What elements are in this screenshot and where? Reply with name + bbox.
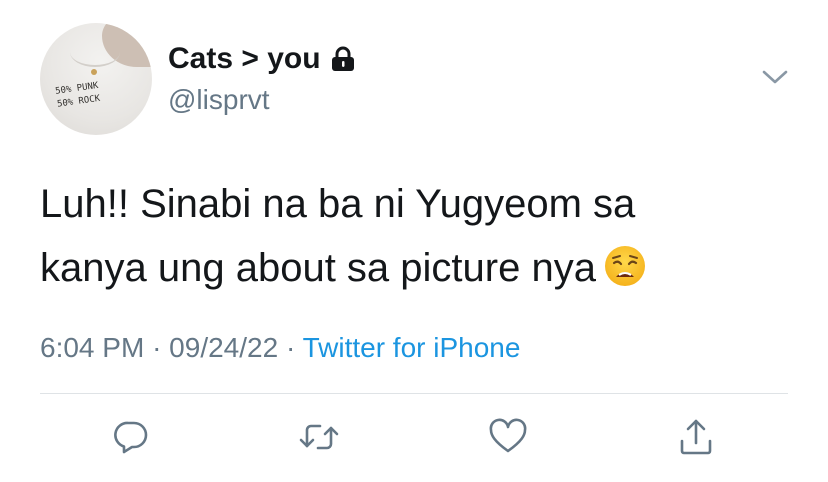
tweet-text-line2: kanya ung about sa picture nya — [40, 246, 596, 290]
reply-button[interactable] — [108, 414, 154, 460]
share-button[interactable] — [673, 414, 719, 460]
display-name[interactable]: Cats > you — [168, 42, 321, 76]
divider — [40, 393, 788, 394]
meta-separator-2: · — [285, 332, 296, 363]
like-button[interactable] — [485, 414, 531, 460]
reply-icon — [114, 421, 148, 454]
tweet-source-link[interactable]: Twitter for iPhone — [303, 332, 521, 363]
author-name-row[interactable]: Cats > you — [168, 42, 355, 76]
weary-face-emoji-icon — [604, 246, 645, 286]
user-handle[interactable]: @lisprvt — [168, 84, 270, 116]
avatar-collar — [70, 37, 120, 67]
lock-icon — [331, 46, 354, 71]
avatar-shirt-text: 50% PUNK 50% ROCK — [54, 80, 101, 110]
retweet-icon — [299, 424, 339, 450]
action-bar — [0, 414, 828, 460]
tweet-meta: 6:04 PM · 09/24/22 · Twitter for iPhone — [40, 332, 520, 364]
meta-separator-1: · — [152, 332, 162, 363]
like-icon — [489, 418, 527, 453]
tweet-date[interactable]: 09/24/22 — [169, 332, 278, 363]
tweet-text: Luh!! Sinabi na ba ni Yugyeom sa kanya u… — [40, 172, 800, 300]
tweet-time[interactable]: 6:04 PM — [40, 332, 144, 363]
tweet-card: 50% PUNK 50% ROCK Cats > you @lisprvt Lu… — [0, 0, 828, 482]
retweet-button[interactable] — [296, 414, 342, 460]
avatar-pendant — [91, 69, 97, 75]
chevron-down-icon[interactable] — [760, 66, 790, 88]
share-icon — [680, 419, 712, 455]
avatar[interactable]: 50% PUNK 50% ROCK — [40, 23, 152, 135]
tweet-text-line1: Luh!! Sinabi na ba ni Yugyeom sa — [40, 182, 636, 226]
